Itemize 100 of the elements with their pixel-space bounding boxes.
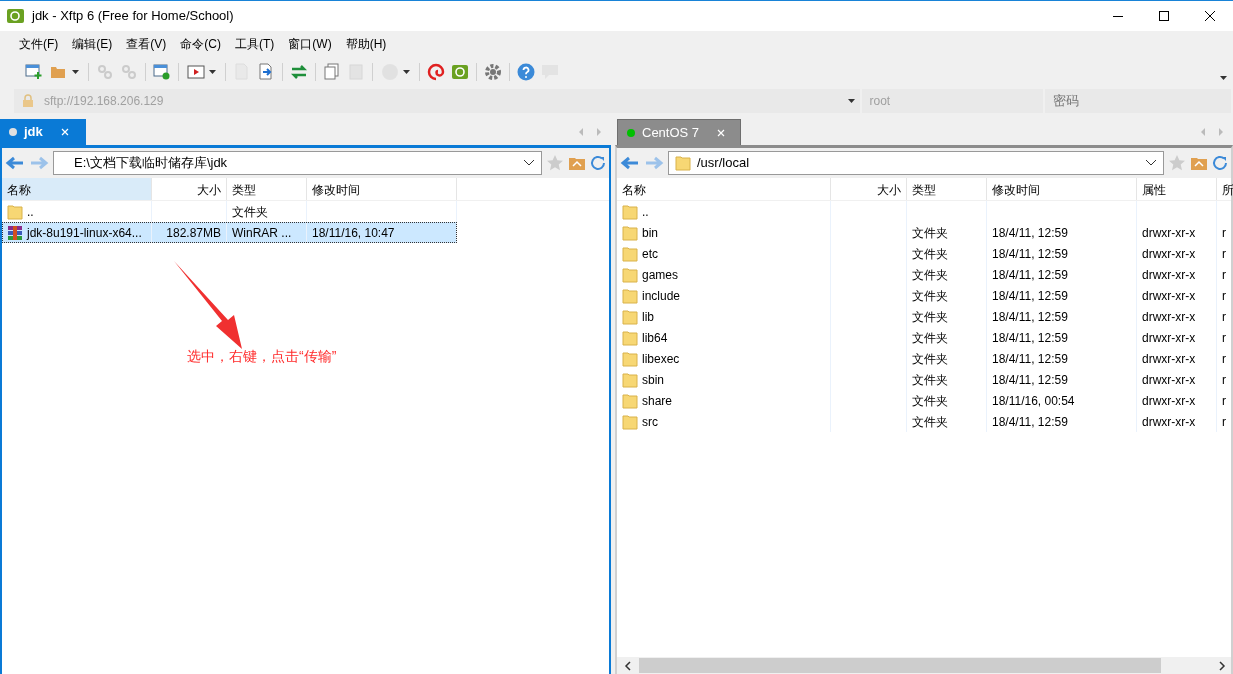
- swirl-icon: [427, 63, 445, 81]
- app-logo-icon: [451, 63, 469, 81]
- folder-icon: [622, 244, 638, 263]
- table-cell-text: 文件夹: [912, 308, 948, 326]
- column-header[interactable]: 名称: [617, 178, 831, 200]
- forward-icon[interactable]: [29, 156, 49, 170]
- link-icon: [120, 63, 138, 81]
- scrollbar-thumb[interactable]: [639, 658, 1161, 673]
- caret-icon: [209, 69, 217, 75]
- table-cell-text: r: [1222, 329, 1226, 347]
- file-row[interactable]: etc 文件夹 18/4/11, 12:59 drwxr-xr-x r: [617, 243, 1231, 264]
- column-header[interactable]: 名称: [2, 178, 152, 200]
- caret-icon: [72, 69, 80, 75]
- close-icon: [1205, 11, 1215, 21]
- folder-icon: [622, 223, 638, 242]
- table-cell-text: r: [1222, 392, 1226, 410]
- annotation-text: 选中，右键，点击“传输”: [187, 347, 337, 366]
- file-row[interactable]: games 文件夹 18/4/11, 12:59 drwxr-xr-x r: [617, 264, 1231, 285]
- star-icon[interactable]: [546, 154, 564, 172]
- folder-icon: [622, 391, 638, 410]
- scroll-right-icon[interactable]: [1217, 660, 1227, 671]
- table-cell-text: sbin: [642, 371, 664, 389]
- table-cell-text: r: [1222, 350, 1226, 368]
- file-row[interactable]: include 文件夹 18/4/11, 12:59 drwxr-xr-x r: [617, 285, 1231, 306]
- table-cell-text: 文件夹: [232, 203, 268, 221]
- menu-item[interactable]: 文件(F): [12, 35, 66, 53]
- column-header[interactable]: 大小: [831, 178, 907, 200]
- table-cell-text: r: [1222, 224, 1226, 242]
- table-cell-text: r: [1222, 371, 1226, 389]
- column-header[interactable]: 所: [1217, 178, 1233, 200]
- table-cell-text: 18/11/16, 00:54: [992, 392, 1075, 410]
- table-cell-text: 18/4/11, 12:59: [992, 350, 1068, 368]
- scroll-left-icon[interactable]: [623, 660, 633, 671]
- home-folder-icon[interactable]: [568, 155, 586, 171]
- table-cell-text: r: [1222, 413, 1226, 431]
- table-cell-text: drwxr-xr-x: [1142, 308, 1196, 326]
- table-cell-text: drwxr-xr-x: [1142, 350, 1196, 368]
- table-cell-text: games: [642, 266, 679, 284]
- table-cell-text: 18/4/11, 12:59: [992, 287, 1068, 305]
- column-header[interactable]: 大小: [152, 178, 227, 200]
- menu-item[interactable]: 窗口(W): [281, 35, 339, 53]
- file-row[interactable]: libexec 文件夹 18/4/11, 12:59 drwxr-xr-x r: [617, 348, 1231, 369]
- refresh-icon[interactable]: [1212, 155, 1228, 171]
- table-cell-text: jdk-8u191-linux-x64...: [27, 224, 142, 242]
- column-header[interactable]: 类型: [907, 178, 987, 200]
- back-icon[interactable]: [620, 156, 640, 170]
- table-cell-text: drwxr-xr-x: [1142, 224, 1196, 242]
- table-cell-text: r: [1222, 266, 1226, 284]
- menu-item[interactable]: 命令(C): [173, 35, 228, 53]
- help-icon: [517, 63, 535, 81]
- home-folder-icon[interactable]: [1190, 155, 1208, 171]
- table-cell-text: r: [1222, 287, 1226, 305]
- folder-icon: [622, 328, 638, 347]
- path-field[interactable]: E:\文档下载临时储存库\jdk: [53, 151, 542, 175]
- file-row[interactable]: lib 文件夹 18/4/11, 12:59 drwxr-xr-x r: [617, 306, 1231, 327]
- play-window-icon: [187, 63, 205, 81]
- menu-item[interactable]: 工具(T): [228, 35, 282, 53]
- file-row[interactable]: sbin 文件夹 18/4/11, 12:59 drwxr-xr-x r: [617, 369, 1231, 390]
- table-cell-text: 18/4/11, 12:59: [992, 224, 1068, 242]
- table-cell-text: 18/4/11, 12:59: [992, 266, 1068, 284]
- table-cell-text: 文件夹: [912, 224, 948, 242]
- caret-icon: [403, 69, 411, 75]
- file-row[interactable]: bin 文件夹 18/4/11, 12:59 drwxr-xr-x r: [617, 222, 1231, 243]
- forward-icon[interactable]: [644, 156, 664, 170]
- maximize-icon: [1159, 11, 1169, 21]
- caret-icon: [847, 98, 856, 104]
- file-row[interactable]: ..: [617, 201, 1231, 222]
- menu-item[interactable]: 查看(V): [119, 35, 174, 53]
- table-cell-text: drwxr-xr-x: [1142, 392, 1196, 410]
- menu-item[interactable]: 帮助(H): [338, 35, 394, 53]
- table-cell-text: 文件夹: [912, 413, 948, 431]
- refresh-icon[interactable]: [590, 155, 606, 171]
- app-logo-icon: [6, 8, 26, 24]
- back-icon[interactable]: [5, 156, 25, 170]
- settings-icon: [484, 63, 502, 81]
- table-cell-text: drwxr-xr-x: [1142, 371, 1196, 389]
- link-icon: [96, 63, 114, 81]
- tab[interactable]: jdk: [0, 119, 86, 145]
- file-row[interactable]: jdk-8u191-linux-x64... 182.87MB WinRAR ... 18/11/16, 10:47: [2, 222, 457, 243]
- path-field[interactable]: /usr/local: [668, 151, 1164, 175]
- close-icon[interactable]: [60, 128, 69, 136]
- table-cell-text: drwxr-xr-x: [1142, 245, 1196, 263]
- table-cell-text: 18/4/11, 12:59: [992, 371, 1068, 389]
- star-icon[interactable]: [1168, 154, 1186, 172]
- column-header[interactable]: 修改时间: [987, 178, 1137, 200]
- folder-icon: [622, 202, 638, 221]
- table-cell-text: ..: [642, 203, 649, 221]
- column-header[interactable]: 类型: [227, 178, 307, 200]
- column-header[interactable]: 修改时间: [307, 178, 457, 200]
- table-cell-text: etc: [642, 245, 658, 263]
- caret-icon[interactable]: [1220, 75, 1228, 81]
- folder-icon: [622, 307, 638, 326]
- file-row[interactable]: src 文件夹 18/4/11, 12:59 drwxr-xr-x r: [617, 411, 1231, 432]
- file-row[interactable]: lib64 文件夹 18/4/11, 12:59 drwxr-xr-x r: [617, 327, 1231, 348]
- folder-icon: [7, 202, 23, 221]
- column-header[interactable]: 属性: [1137, 178, 1217, 200]
- new-session-icon: [25, 63, 43, 81]
- file-row[interactable]: share 文件夹 18/11/16, 00:54 drwxr-xr-x r: [617, 390, 1231, 411]
- menu-item[interactable]: 编辑(E): [65, 35, 120, 53]
- close-icon[interactable]: [717, 128, 726, 137]
